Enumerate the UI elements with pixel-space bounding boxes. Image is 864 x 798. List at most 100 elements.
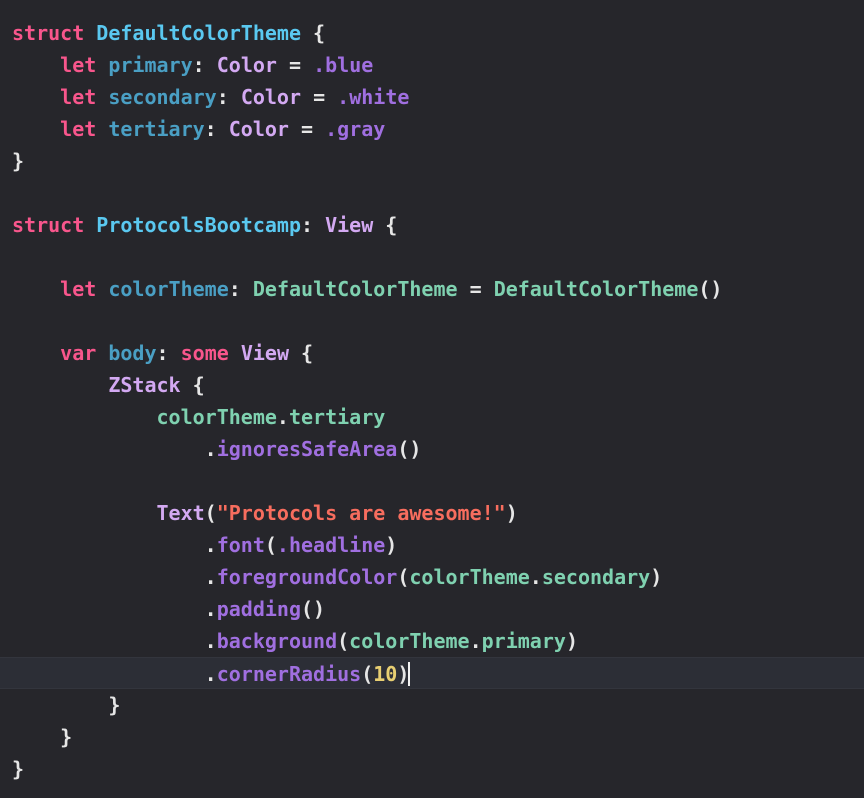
code-line[interactable]: } [0, 145, 864, 177]
token-plain: = [276, 53, 314, 77]
code-line[interactable] [0, 465, 864, 497]
token-plain: ) [385, 533, 398, 557]
token-plain: { [289, 341, 314, 365]
code-editor[interactable]: struct DefaultColorTheme { let primary: … [0, 0, 864, 798]
token-type: View [325, 213, 374, 237]
token-kw: some [180, 341, 229, 365]
token-plain: } [108, 693, 121, 717]
code-line[interactable]: } [0, 689, 864, 721]
code-line[interactable]: .foregroundColor(colorTheme.secondary) [0, 561, 864, 593]
token-plain: { [373, 213, 398, 237]
token-plain: } [12, 149, 25, 173]
token-kw: let [60, 85, 97, 109]
token-plain: : [192, 53, 217, 77]
token-enum: .white [337, 85, 410, 109]
code-line[interactable]: } [0, 753, 864, 785]
token-ident: colorTheme [108, 277, 229, 301]
token-kw: struct [12, 21, 85, 45]
token-type: Text [156, 501, 205, 525]
code-line[interactable] [0, 177, 864, 209]
token-type: Color [240, 85, 302, 109]
token-member: tertiary [288, 405, 386, 429]
code-line[interactable] [0, 305, 864, 337]
token-plain: . [204, 437, 217, 461]
code-line[interactable]: let colorTheme: DefaultColorTheme = Defa… [0, 273, 864, 305]
token-plain: ) [650, 565, 663, 589]
token-kw: let [60, 53, 97, 77]
token-plain: } [60, 725, 73, 749]
token-enum: padding [216, 597, 301, 621]
token-member: secondary [541, 565, 651, 589]
text-cursor [408, 662, 411, 686]
token-enum: background [216, 629, 338, 653]
code-line[interactable]: struct DefaultColorTheme { [0, 17, 864, 49]
token-plain: : [156, 341, 181, 365]
token-enum: .blue [313, 53, 374, 77]
code-line[interactable]: struct ProtocolsBootcamp: View { [0, 209, 864, 241]
code-line[interactable]: ZStack { [0, 369, 864, 401]
code-line[interactable]: Text("Protocols are awesome!") [0, 497, 864, 529]
code-line[interactable]: .cornerRadius(10) [0, 657, 864, 689]
code-line[interactable]: .ignoresSafeArea() [0, 433, 864, 465]
token-plain: } [12, 757, 25, 781]
token-kw: struct [12, 213, 85, 237]
token-ident: primary [108, 53, 193, 77]
token-plain: . [204, 662, 217, 686]
token-plain: . [204, 629, 217, 653]
token-plain: = [288, 117, 326, 141]
token-kw: var [60, 341, 97, 365]
code-content[interactable]: struct DefaultColorTheme { let primary: … [0, 17, 864, 785]
token-plain: ) [565, 629, 578, 653]
token-member: colorTheme [156, 405, 277, 429]
token-type: Color [228, 117, 289, 141]
token-ident: secondary [108, 85, 217, 109]
token-type-decl: ProtocolsBootcamp [96, 213, 301, 237]
token-ident: body [108, 341, 157, 365]
token-ident: tertiary [108, 117, 205, 141]
token-plain: ( [264, 533, 277, 557]
token-type: ZStack [108, 373, 181, 397]
code-line[interactable]: .background(colorTheme.primary) [0, 625, 864, 657]
token-plain: = [457, 277, 494, 301]
token-plain: . [204, 597, 217, 621]
token-plain: . [469, 629, 482, 653]
code-line[interactable]: let tertiary: Color = .gray [0, 113, 864, 145]
code-line[interactable]: .font(.headline) [0, 529, 864, 561]
token-member: primary [481, 629, 566, 653]
code-line[interactable]: .padding() [0, 593, 864, 625]
token-kw: let [60, 277, 97, 301]
code-line[interactable]: let primary: Color = .blue [0, 49, 864, 81]
code-line[interactable]: let secondary: Color = .white [0, 81, 864, 113]
token-member: DefaultColorTheme [252, 277, 458, 301]
token-plain: : [228, 277, 253, 301]
token-plain: . [204, 533, 217, 557]
token-plain: () [301, 597, 326, 621]
token-member: colorTheme [349, 629, 470, 653]
token-plain: . [204, 565, 217, 589]
code-line[interactable]: var body: some View { [0, 337, 864, 369]
code-line[interactable] [0, 241, 864, 273]
code-line[interactable]: } [0, 721, 864, 753]
token-number: 10 [373, 662, 398, 686]
token-string: "Protocols are awesome!" [216, 501, 506, 525]
token-type-decl: DefaultColorTheme [96, 21, 301, 45]
code-line[interactable]: colorTheme.tertiary [0, 401, 864, 433]
